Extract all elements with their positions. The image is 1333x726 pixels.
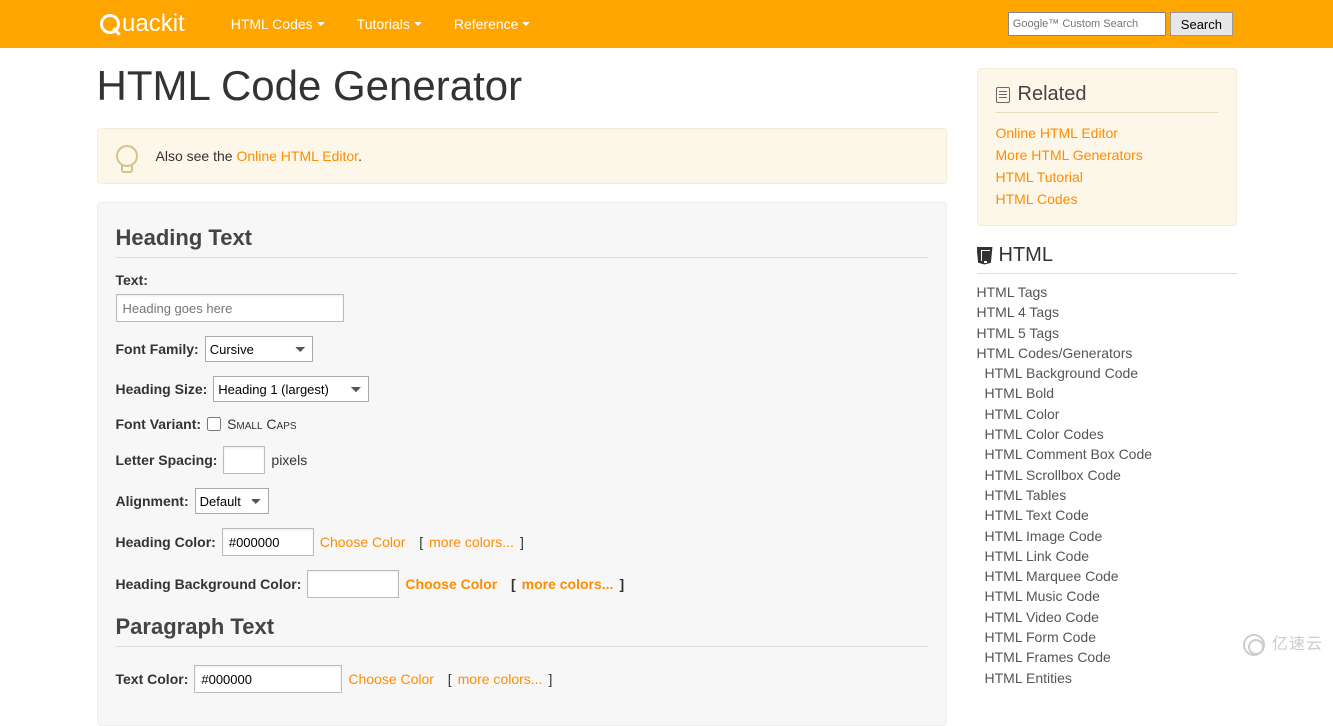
- side-link[interactable]: HTML Marquee Code: [985, 568, 1119, 584]
- related-link[interactable]: More HTML Generators: [996, 145, 1218, 166]
- logo-text: uackit: [122, 10, 185, 38]
- side-link[interactable]: HTML Link Code: [985, 548, 1090, 564]
- side-link[interactable]: HTML Background Code: [985, 365, 1139, 381]
- side-link[interactable]: HTML Music Code: [985, 588, 1100, 604]
- related-link[interactable]: HTML Codes: [996, 189, 1218, 210]
- alert-text: Also see the Online HTML Editor.: [156, 148, 362, 164]
- side-link[interactable]: HTML Entities: [985, 670, 1072, 686]
- sidebar: Related Online HTML Editor More HTML Gen…: [977, 48, 1237, 726]
- alignment-label: Alignment:: [116, 493, 189, 509]
- choose-bgcolor-link[interactable]: Choose Color: [405, 576, 497, 592]
- heading-text-input[interactable]: [116, 294, 344, 322]
- text-color-input[interactable]: [194, 665, 342, 693]
- font-family-label: Font Family:: [116, 341, 199, 357]
- alignment-select[interactable]: Default: [195, 488, 269, 514]
- font-variant-label: Font Variant:: [116, 416, 202, 432]
- html5-icon: [977, 247, 993, 265]
- heading-section-title: Heading Text: [116, 225, 928, 258]
- caret-down-icon: [522, 22, 530, 26]
- nav-tutorials[interactable]: Tutorials: [341, 2, 438, 46]
- document-icon: [996, 87, 1010, 103]
- choose-color-link[interactable]: Choose Color: [320, 534, 406, 550]
- related-link[interactable]: HTML Tutorial: [996, 167, 1218, 188]
- side-link[interactable]: HTML Text Code: [985, 507, 1089, 523]
- side-link[interactable]: HTML 5 Tags: [977, 325, 1059, 341]
- watermark-icon: [1243, 634, 1265, 656]
- text-label: Text:: [116, 272, 148, 288]
- side-link[interactable]: HTML Color Codes: [985, 426, 1104, 442]
- side-link[interactable]: HTML Image Code: [985, 528, 1103, 544]
- more-colors-link[interactable]: more colors...: [429, 534, 514, 550]
- info-alert: Also see the Online HTML Editor.: [97, 128, 947, 184]
- magnify-q-icon: [100, 14, 120, 34]
- watermark: 亿速云: [1243, 630, 1323, 656]
- lightbulb-icon: [116, 145, 138, 167]
- side-link[interactable]: HTML 4 Tags: [977, 304, 1059, 320]
- side-link[interactable]: HTML Frames Code: [985, 649, 1111, 665]
- side-link[interactable]: HTML Tags: [977, 284, 1048, 300]
- side-link[interactable]: HTML Codes/Generators: [977, 345, 1133, 361]
- heading-color-input[interactable]: [222, 528, 314, 556]
- caret-down-icon: [414, 22, 422, 26]
- search-area: Search: [1008, 12, 1233, 36]
- side-link[interactable]: HTML Comment Box Code: [985, 446, 1153, 462]
- caret-down-icon: [317, 22, 325, 26]
- bg-color-input[interactable]: [307, 570, 399, 598]
- alert-link[interactable]: Online HTML Editor: [236, 148, 358, 164]
- search-button[interactable]: Search: [1170, 12, 1233, 36]
- related-heading: Related: [996, 83, 1218, 113]
- letter-spacing-label: Letter Spacing:: [116, 452, 218, 468]
- related-link[interactable]: Online HTML Editor: [996, 123, 1218, 144]
- text-color-label: Text Color:: [116, 671, 189, 687]
- heading-size-label: Heading Size:: [116, 381, 208, 397]
- smallcaps-checkbox[interactable]: [207, 417, 221, 431]
- side-link[interactable]: HTML Video Code: [985, 609, 1099, 625]
- side-link[interactable]: HTML Tables: [985, 487, 1067, 503]
- side-link[interactable]: HTML Form Code: [985, 629, 1097, 645]
- navbar: uackit HTML Codes Tutorials Reference Se…: [0, 0, 1333, 48]
- more-textcolors-link[interactable]: more colors...: [458, 671, 543, 687]
- related-box: Related Online HTML Editor More HTML Gen…: [977, 68, 1237, 226]
- html-nav-list: HTML Tags HTML 4 Tags HTML 5 Tags HTML C…: [977, 282, 1237, 688]
- choose-textcolor-link[interactable]: Choose Color: [348, 671, 434, 687]
- page-title: HTML Code Generator: [97, 62, 947, 110]
- search-input[interactable]: [1008, 12, 1166, 36]
- heading-size-select[interactable]: Heading 1 (largest): [213, 376, 369, 402]
- smallcaps-option: Small Caps: [227, 416, 296, 432]
- nav-html-codes[interactable]: HTML Codes: [215, 2, 341, 46]
- heading-color-label: Heading Color:: [116, 534, 216, 550]
- side-link[interactable]: HTML Bold: [985, 385, 1055, 401]
- letter-spacing-unit: pixels: [271, 452, 307, 468]
- main-content: HTML Code Generator Also see the Online …: [97, 48, 947, 726]
- logo[interactable]: uackit: [100, 10, 185, 38]
- html-nav-heading: HTML: [977, 244, 1237, 274]
- more-bgcolors-link[interactable]: more colors...: [522, 576, 614, 592]
- generator-panel: Heading Text Text: Font Family: Cursive …: [97, 202, 947, 726]
- letter-spacing-input[interactable]: [223, 446, 265, 474]
- paragraph-section-title: Paragraph Text: [116, 614, 928, 647]
- side-link[interactable]: HTML Color: [985, 406, 1060, 422]
- side-link[interactable]: HTML Scrollbox Code: [985, 467, 1121, 483]
- font-family-select[interactable]: Cursive: [205, 336, 313, 362]
- nav-reference[interactable]: Reference: [438, 2, 547, 46]
- bg-color-label: Heading Background Color:: [116, 576, 302, 592]
